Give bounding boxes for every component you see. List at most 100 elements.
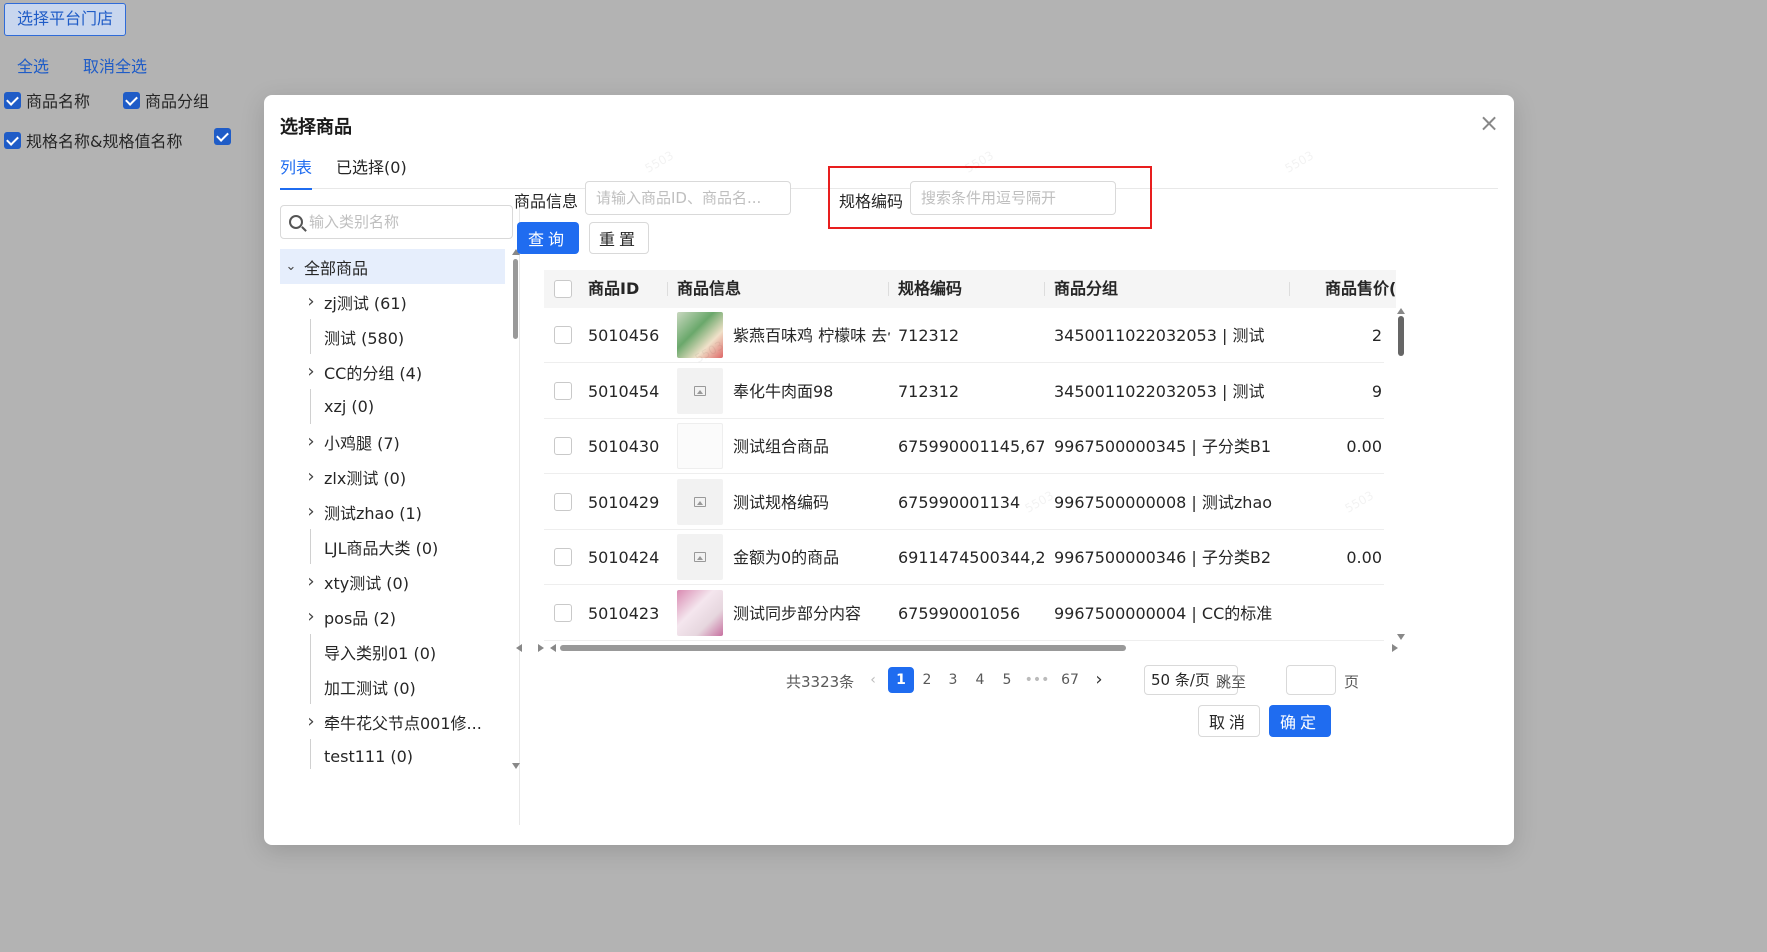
tree-node[interactable]: › xty测试 (0) — [280, 564, 505, 599]
product-group-checkbox[interactable]: 商品分组 — [123, 88, 209, 112]
chevron-right-icon[interactable]: › — [302, 606, 320, 627]
scroll-left-icon[interactable] — [516, 644, 522, 652]
table-row[interactable]: 5010430 测试组合商品 675990001145,67599 996750000… — [544, 419, 1384, 474]
tree-node[interactable]: xzj (0) — [280, 389, 505, 424]
product-thumbnail — [677, 589, 723, 636]
scroll-down-icon[interactable] — [512, 763, 520, 769]
close-icon[interactable]: × — [1478, 111, 1500, 135]
confirm-button[interactable]: 确定 — [1269, 705, 1331, 737]
table-row[interactable]: 5010456 紫燕百味鸡 柠檬味 去骨 712312 345001102203205… — [544, 308, 1384, 363]
checkbox-label: 商品名称 — [26, 92, 91, 111]
table-row[interactable]: 5010454 奉化牛肉面98 712312 3450011022032053 | 测… — [544, 364, 1384, 419]
spec-name-checkbox[interactable]: 规格名称&规格值名称 — [4, 128, 182, 152]
tree-node-root[interactable]: ⌄ 全部商品 — [280, 249, 505, 284]
select-store-button[interactable]: 选择平台门店 — [4, 3, 127, 36]
tab-list[interactable]: 列表 — [280, 157, 313, 190]
table-row[interactable]: 5010424 金额为0的商品 6911474500344,2024 99675000… — [544, 530, 1384, 585]
product-table: 商品ID 商品信息 规格编码 商品分组 商品售价( 5010456 紫燕百味鸡 柠… — [544, 270, 1396, 650]
next-page-icon[interactable]: › — [1086, 667, 1112, 693]
query-button[interactable]: 查询 — [517, 222, 579, 254]
tree-node[interactable]: › CC的分组 (4) — [280, 354, 505, 389]
deselect-all-link[interactable]: 取消全选 — [83, 53, 147, 77]
tree-node[interactable]: 导入类别01 (0) — [280, 634, 505, 669]
tree-node[interactable]: › 测试zhao (1) — [280, 494, 505, 529]
scroll-left-icon[interactable] — [550, 644, 556, 652]
jump-label: 跳至 — [1216, 673, 1247, 691]
page-5[interactable]: 5 — [994, 667, 1020, 693]
image-placeholder-icon — [694, 552, 706, 562]
chevron-right-icon[interactable]: › — [302, 361, 320, 382]
tree-leaf-line — [302, 389, 320, 424]
page-1[interactable]: 1 — [888, 667, 914, 693]
row-checkbox[interactable] — [554, 326, 572, 344]
row-checkbox[interactable] — [554, 603, 572, 622]
scroll-thumb[interactable] — [1398, 316, 1404, 356]
table-vertical-scrollbar[interactable] — [1397, 308, 1405, 640]
search-icon — [289, 215, 303, 229]
chevron-down-icon[interactable]: ⌄ — [282, 259, 300, 274]
tree-node[interactable]: 测试 (580) — [280, 319, 505, 354]
extra-checkbox[interactable] — [214, 128, 231, 145]
reset-button[interactable]: 重置 — [589, 222, 649, 254]
table-header: 商品ID 商品信息 规格编码 商品分组 商品售价( — [544, 270, 1396, 308]
tree-node[interactable]: › pos品 (2) — [280, 599, 505, 634]
chevron-right-icon[interactable]: › — [302, 571, 320, 592]
row-checkbox[interactable] — [554, 437, 572, 455]
checkbox-label: 商品分组 — [145, 92, 210, 111]
scroll-right-icon[interactable] — [1392, 644, 1398, 652]
product-info-input[interactable] — [585, 181, 791, 215]
tree-node[interactable]: › zlx测试 (0) — [280, 459, 505, 494]
select-all-link[interactable]: 全选 — [17, 53, 49, 77]
page-4[interactable]: 4 — [967, 667, 993, 693]
product-thumbnail — [677, 534, 723, 580]
cell-product-id: 5010424 — [588, 548, 660, 567]
modal-title: 选择商品 — [280, 117, 352, 138]
table-row[interactable]: 5010429 测试规格编码 675990001134 9967500000008 |… — [544, 475, 1384, 530]
row-checkbox[interactable] — [554, 548, 572, 566]
cell-product-group: 3450011022032053 | 测试 — [1054, 326, 1265, 345]
page-size-value: 50 条/页 — [1151, 671, 1210, 689]
prev-page-icon[interactable]: ‹ — [860, 667, 886, 693]
table-horizontal-scrollbar[interactable] — [512, 641, 1402, 655]
spec-code-input[interactable] — [910, 181, 1116, 215]
tab-selected[interactable]: 已选择(0) — [336, 157, 407, 189]
product-name-checkbox[interactable]: 商品名称 — [4, 88, 90, 112]
tree-leaf-line — [302, 319, 320, 354]
tree-node-label: 全部商品 — [304, 258, 369, 278]
category-search-input[interactable] — [309, 213, 499, 231]
tree-node[interactable]: › 小鸡腿 (7) — [280, 424, 505, 459]
scroll-up-icon[interactable] — [1397, 308, 1405, 314]
cancel-button[interactable]: 取消 — [1198, 705, 1260, 737]
chevron-right-icon[interactable]: › — [302, 291, 320, 312]
page-ellipsis[interactable]: ••• — [1024, 667, 1050, 693]
checkbox-checked-icon — [4, 131, 21, 149]
chevron-right-icon[interactable]: › — [302, 711, 320, 732]
tree-node[interactable]: › zj测试 (61) — [280, 284, 505, 319]
cell-product-group: 9967500000008 | 测试zhao — [1054, 492, 1273, 512]
table-row[interactable]: 5010423 测试同步部分内容 675990001056 9967500000004… — [544, 586, 1384, 641]
row-checkbox[interactable] — [554, 492, 572, 511]
tree-node[interactable]: 加工测试 (0) — [280, 669, 505, 704]
tree-node[interactable]: LJL商品大类 (0) — [280, 529, 505, 564]
cell-price — [1304, 586, 1382, 641]
row-checkbox[interactable] — [554, 381, 572, 400]
cell-price: 0.00 — [1346, 548, 1382, 567]
chevron-right-icon[interactable]: › — [302, 431, 320, 452]
page-3[interactable]: 3 — [940, 667, 966, 693]
cell-price: 0.00 — [1346, 437, 1382, 456]
product-thumbnail — [677, 367, 723, 414]
page-2[interactable]: 2 — [914, 667, 940, 693]
scroll-thumb[interactable] — [560, 645, 1126, 651]
scroll-thumb[interactable] — [513, 259, 518, 339]
scroll-down-icon[interactable] — [1397, 634, 1405, 640]
chevron-right-icon[interactable]: › — [302, 466, 320, 487]
scroll-right-icon[interactable] — [538, 644, 544, 652]
tree-leaf-line — [302, 739, 320, 769]
chevron-right-icon[interactable]: › — [302, 501, 320, 522]
select-all-checkbox[interactable] — [554, 280, 572, 298]
page-67[interactable]: 67 — [1057, 667, 1083, 693]
tree-node[interactable]: › 牵牛花父节点001修... — [280, 704, 505, 739]
tree-node[interactable]: test111 (0) — [280, 739, 505, 769]
tree-scrollbar[interactable] — [512, 249, 520, 769]
jump-page-input[interactable] — [1286, 665, 1336, 695]
